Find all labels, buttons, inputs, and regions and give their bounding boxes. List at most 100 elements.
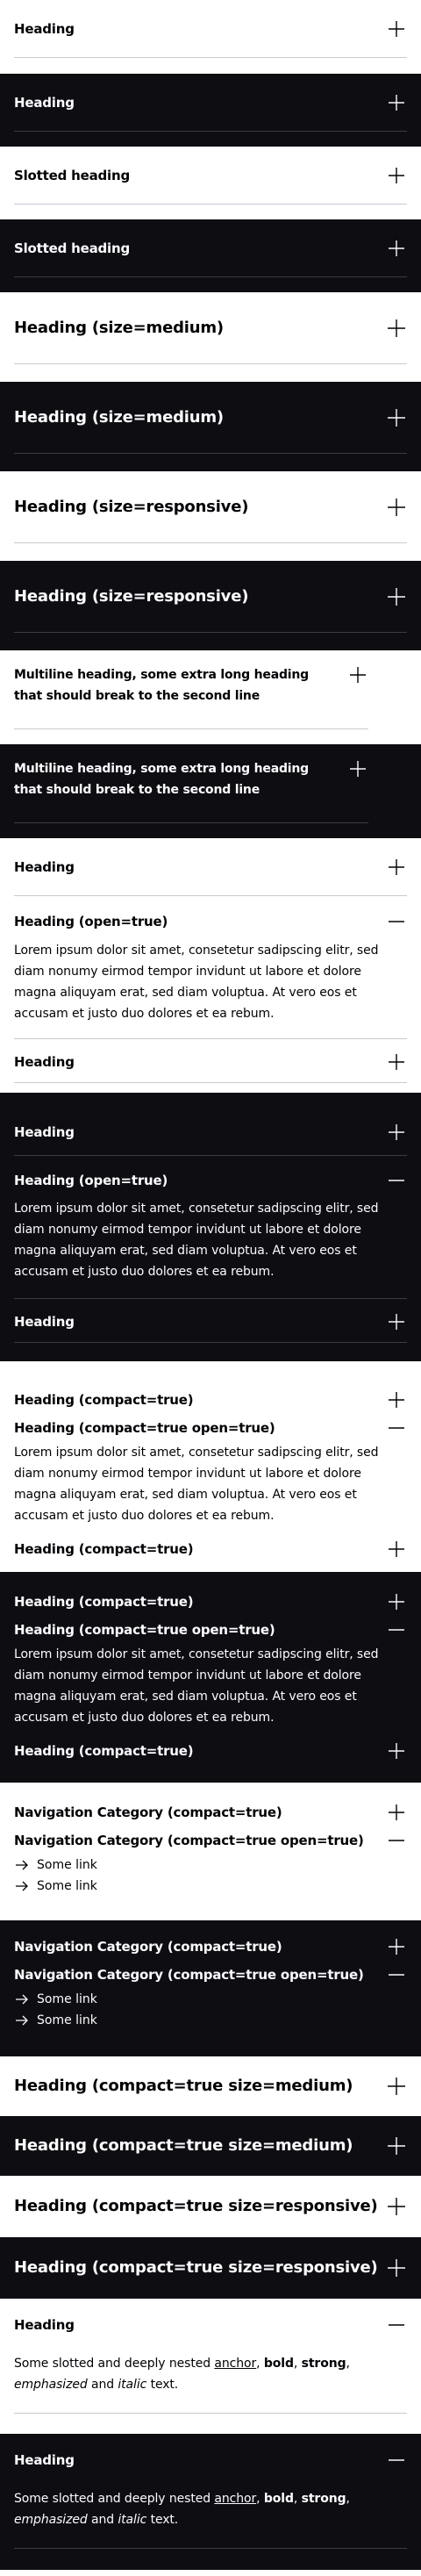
link-item[interactable]: Some link [14, 1855, 407, 1876]
accordion-heading: Heading (size=responsive) [14, 497, 249, 516]
accordion-heading: Heading (compact=true) [14, 1392, 194, 1408]
accordion-header[interactable]: Heading (compact=true open=true) [14, 1616, 407, 1644]
accordion-heading: Heading (compact=true size=medium) [14, 2077, 353, 2095]
accordion-heading: Heading (compact=true size=responsive) [14, 2197, 378, 2215]
link-text: Some link [37, 1858, 97, 1872]
arrow-right-icon [14, 1856, 32, 1874]
plus-icon [386, 2076, 407, 2097]
content-text: , [256, 2357, 264, 2371]
accordion-header[interactable]: Heading (size=medium) [14, 399, 407, 454]
accordion-header[interactable]: Heading [14, 2446, 407, 2478]
arrow-right-icon [14, 1991, 32, 2008]
plus-icon [386, 18, 407, 39]
accordion-header[interactable]: Heading (size=responsive) [14, 489, 407, 543]
content-text: and [87, 2378, 118, 2392]
content-emphasized: emphasized [14, 2513, 88, 2527]
plus-icon [386, 1389, 407, 1410]
accordion-item-open: Heading (open=true) Lorem ipsum dolor si… [14, 896, 407, 1039]
accordion-header[interactable]: Heading (open=true) [14, 896, 407, 940]
accordion-header[interactable]: Slotted heading [14, 233, 407, 277]
accordion-header[interactable]: Heading (compact=true) [14, 1737, 407, 1765]
accordion-compact-group-light: Heading (compact=true) Heading (compact=… [0, 1361, 421, 1572]
accordion-header[interactable]: Heading [14, 1121, 407, 1156]
accordion-heading: Multiline heading, some extra long headi… [14, 668, 309, 703]
accordion-header[interactable]: Heading [14, 2311, 407, 2343]
plus-icon [386, 318, 407, 339]
accordion-header[interactable]: Heading (compact=true size=medium) [14, 2071, 407, 2101]
link-list: Some link Some link [14, 1989, 407, 2031]
accordion-heading: Heading [14, 858, 75, 875]
accordion-header[interactable]: Heading [14, 88, 407, 132]
accordion-content: Lorem ipsum dolor sit amet, consetetur s… [14, 1446, 379, 1523]
accordion-heading: Heading [14, 2452, 75, 2468]
accordion-header[interactable]: Heading [14, 1039, 407, 1083]
accordion-heading: Heading (compact=true) [14, 1541, 194, 1557]
content-emphasized: emphasized [14, 2378, 88, 2392]
accordion-header[interactable]: Heading (compact=true size=responsive) [14, 2192, 407, 2221]
accordion-header[interactable]: Slotted heading [14, 161, 407, 205]
link-item[interactable]: Some link [14, 1989, 407, 2010]
accordion-section-light: Heading (size=responsive) [0, 471, 421, 561]
content-anchor[interactable]: anchor [214, 2492, 256, 2506]
accordion-header[interactable]: Heading (compact=true) [14, 1386, 407, 1414]
plus-icon [386, 2135, 407, 2156]
accordion-heading: Navigation Category (compact=true open=t… [14, 1833, 364, 1848]
content-anchor[interactable]: anchor [214, 2357, 256, 2371]
plus-icon [386, 1591, 407, 1612]
accordion-heading: Heading (open=true) [14, 1173, 168, 1188]
accordion-heading: Heading (compact=true) [14, 1743, 194, 1759]
content-text: , [346, 2357, 350, 2371]
accordion-heading: Heading (compact=true) [14, 1594, 194, 1610]
accordion-header[interactable]: Multiline heading, some extra long headi… [14, 664, 368, 729]
accordion-compact-group-dark: Heading (compact=true) Heading (compact=… [0, 1572, 421, 1783]
nav-accordion-dark: Navigation Category (compact=true) Navig… [0, 1920, 421, 2056]
minus-icon [386, 1830, 407, 1851]
accordion-heading: Navigation Category (compact=true) [14, 1805, 282, 1820]
accordion-header[interactable]: Heading (compact=true size=medium) [14, 2131, 407, 2161]
plus-icon [386, 586, 407, 607]
accordion-header[interactable]: Navigation Category (compact=true open=t… [14, 1826, 407, 1855]
accordion-item-open: Heading Some slotted and deeply nested a… [14, 2311, 407, 2414]
accordion-header[interactable]: Navigation Category (compact=true) [14, 1933, 407, 1961]
plus-icon [386, 1936, 407, 1957]
content-text: text. [146, 2513, 179, 2527]
accordion-section-light: Multiline heading, some extra long headi… [0, 650, 421, 744]
accordion-header[interactable]: Heading [14, 852, 407, 896]
accordion-heading: Heading (size=medium) [14, 407, 224, 427]
accordion-header[interactable]: Heading (size=medium) [14, 310, 407, 364]
accordion-heading: Heading (open=true) [14, 914, 168, 929]
link-item[interactable]: Some link [14, 2010, 407, 2031]
accordion-header[interactable]: Heading (compact=true) [14, 1588, 407, 1616]
plus-icon [386, 2257, 407, 2278]
minus-icon [386, 1170, 407, 1191]
accordion-header[interactable]: Navigation Category (compact=true open=t… [14, 1961, 407, 1989]
minus-icon [386, 1417, 407, 1439]
accordion-header[interactable]: Heading (compact=true) [14, 1535, 407, 1563]
accordion-slotted-dark: Heading Some slotted and deeply nested a… [0, 2434, 421, 2570]
accordion-header[interactable]: Heading (compact=true open=true) [14, 1414, 407, 1442]
accordion-content: Lorem ipsum dolor sit amet, consetetur s… [14, 944, 379, 1021]
accordion-heading: Navigation Category (compact=true) [14, 1939, 282, 1955]
accordion-header[interactable]: Heading [14, 1299, 407, 1343]
link-item[interactable]: Some link [14, 1876, 407, 1897]
content-bold: bold [263, 2492, 294, 2506]
accordion-header[interactable]: Heading (compact=true size=responsive) [14, 2253, 407, 2283]
accordion-heading: Heading (size=responsive) [14, 586, 249, 606]
minus-icon [386, 1964, 407, 1985]
accordion-header[interactable]: Heading (size=responsive) [14, 578, 407, 633]
link-text: Some link [37, 1992, 97, 2006]
link-list: Some link Some link [14, 1855, 407, 1897]
accordion-header[interactable]: Navigation Category (compact=true) [14, 1798, 407, 1826]
content-text: , [256, 2492, 264, 2506]
accordion-header[interactable]: Heading (open=true) [14, 1156, 407, 1198]
accordion-section-light: Heading (compact=true size=responsive) [0, 2176, 421, 2237]
accordion-header[interactable]: Heading [14, 14, 407, 58]
accordion-header[interactable]: Multiline heading, some extra long headi… [14, 758, 368, 823]
accordion-heading: Heading [14, 20, 75, 37]
accordion-content: Some slotted and deeply nested anchor, b… [14, 2353, 407, 2395]
content-italic: italic [118, 2513, 147, 2527]
accordion-heading: Heading [14, 1123, 75, 1140]
nav-accordion-light: Navigation Category (compact=true) Navig… [0, 1783, 421, 1920]
accordion-heading: Heading (size=medium) [14, 318, 224, 337]
accordion-slotted-light: Heading Some slotted and deeply nested a… [0, 2299, 421, 2434]
